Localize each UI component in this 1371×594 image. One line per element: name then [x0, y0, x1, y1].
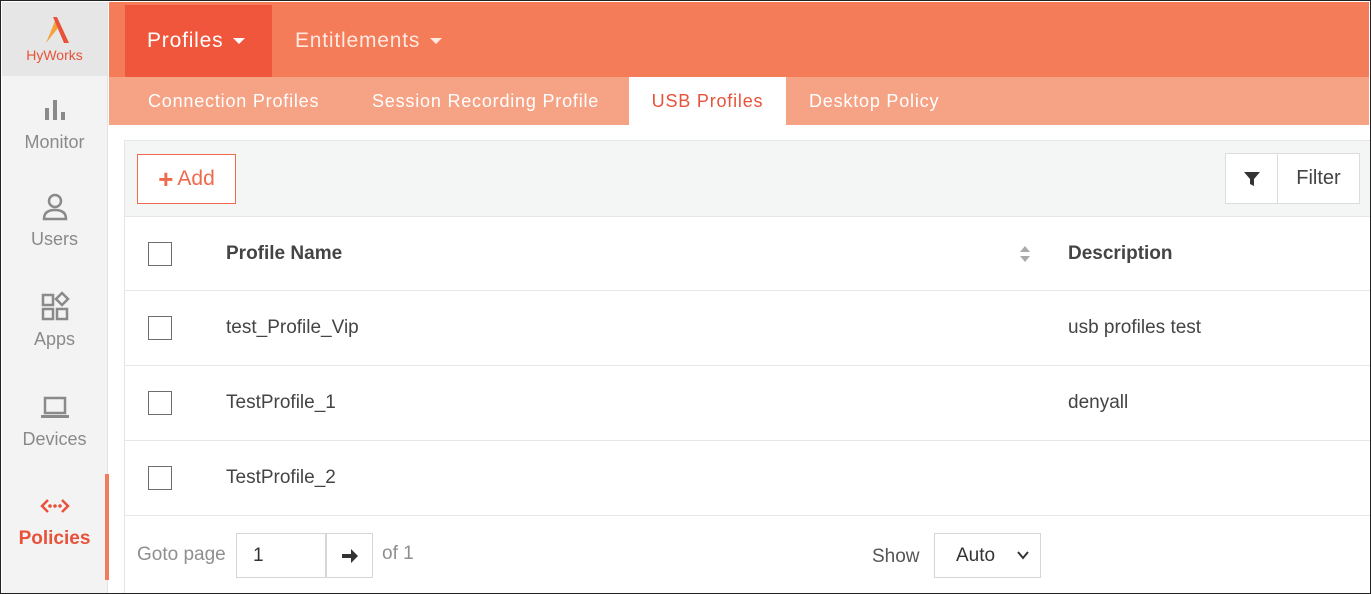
row-checkbox[interactable] [148, 316, 172, 340]
tab-session-recording-profile[interactable]: Session Recording Profile [372, 77, 599, 125]
sub-tab-bar: Connection Profiles Session Recording Pr… [109, 77, 1369, 125]
tab-entitlements[interactable]: Entitlements [295, 5, 443, 77]
table-row[interactable]: TestProfile_1 denyall [125, 366, 1370, 441]
profile-name-cell[interactable]: TestProfile_2 [226, 467, 336, 489]
column-header-profile-name[interactable]: Profile Name [226, 243, 342, 265]
row-checkbox[interactable] [148, 391, 172, 415]
profiles-table: Profile Name Description test_Profile_Vi… [125, 217, 1370, 516]
sidebar-item-label: Users [30, 228, 78, 249]
table-header-row: Profile Name Description [125, 217, 1370, 291]
sidebar-item-users[interactable]: Users [2, 170, 107, 270]
sidebar-item-label: Policies [18, 528, 91, 549]
sidebar-item-label: Monitor [24, 131, 85, 152]
table-row[interactable]: TestProfile_2 [125, 441, 1370, 516]
select-all-checkbox[interactable] [148, 241, 172, 266]
tab-label: Profiles [147, 29, 224, 52]
tab-profiles[interactable]: Profiles [125, 5, 272, 77]
brand-name: HyWorks [26, 47, 83, 63]
sidebar-item-policies[interactable]: Policies [2, 470, 109, 580]
profile-name-cell[interactable]: test_Profile_Vip [226, 317, 359, 339]
goto-page-label: Goto page [137, 544, 226, 565]
profile-name-cell[interactable]: TestProfile_1 [226, 392, 336, 414]
caret-down-icon [233, 38, 246, 44]
page-size-value: Auto [956, 544, 996, 566]
sidebar-item-apps[interactable]: Apps [2, 270, 107, 370]
tab-label: Connection Profiles [148, 90, 320, 111]
bar-chart-icon [44, 99, 65, 120]
goto-page-button[interactable] [326, 533, 373, 578]
sidebar-item-label: Devices [22, 428, 87, 449]
filter-button[interactable]: Filter [1225, 153, 1360, 204]
page-count-label: of 1 [382, 543, 414, 564]
table-row[interactable]: test_Profile_Vip usb profiles test [125, 291, 1370, 366]
policies-icon [39, 499, 70, 513]
caret-down-icon [430, 38, 443, 44]
tab-connection-profiles[interactable]: Connection Profiles [148, 77, 319, 125]
filter-icon-box [1226, 154, 1278, 203]
user-icon [42, 193, 67, 220]
show-label: Show [872, 546, 920, 567]
arrow-right-icon [341, 548, 358, 563]
funnel-icon [1243, 171, 1260, 186]
sidebar-item-label: Apps [33, 328, 76, 349]
tab-desktop-policy[interactable]: Desktop Policy [809, 77, 939, 125]
pagination-bar: Goto page of 1 Show Auto [125, 519, 1370, 593]
laptop-icon [40, 396, 69, 418]
tab-label: USB Profiles [651, 90, 764, 111]
tab-usb-profiles[interactable]: USB Profiles [629, 77, 786, 125]
add-button-label: Add [177, 167, 215, 190]
tab-label: Entitlements [295, 29, 421, 52]
description-cell: denyall [1068, 392, 1129, 413]
filter-label: Filter [1296, 167, 1341, 189]
description-cell: usb profiles test [1068, 317, 1202, 338]
page-size-select[interactable]: Auto [934, 533, 1041, 578]
sidebar: HyWorks Monitor Users Apps Devices Polic… [2, 2, 109, 593]
plus-icon: + [158, 164, 174, 194]
sort-icon[interactable] [1018, 244, 1032, 264]
tab-label: Desktop Policy [809, 90, 940, 111]
sidebar-item-devices[interactable]: Devices [2, 370, 107, 470]
usb-profiles-panel: + Add Filter Profile Name Description te… [124, 140, 1370, 593]
top-tab-bar: Profiles Entitlements [109, 2, 1369, 77]
tab-label: Session Recording Profile [372, 90, 600, 111]
toolbar: + Add Filter [125, 141, 1370, 217]
app-window: HyWorks Monitor Users Apps Devices Polic… [0, 0, 1371, 594]
sidebar-item-monitor[interactable]: Monitor [2, 76, 107, 170]
hyworks-logo-icon [45, 17, 69, 43]
row-checkbox[interactable] [148, 466, 172, 490]
apps-icon [41, 290, 70, 320]
add-button[interactable]: + Add [137, 154, 236, 204]
goto-page-input[interactable] [236, 533, 326, 578]
chevron-down-icon [1017, 551, 1029, 560]
brand-logo[interactable]: HyWorks [2, 2, 107, 76]
column-header-description: Description [1068, 242, 1173, 264]
